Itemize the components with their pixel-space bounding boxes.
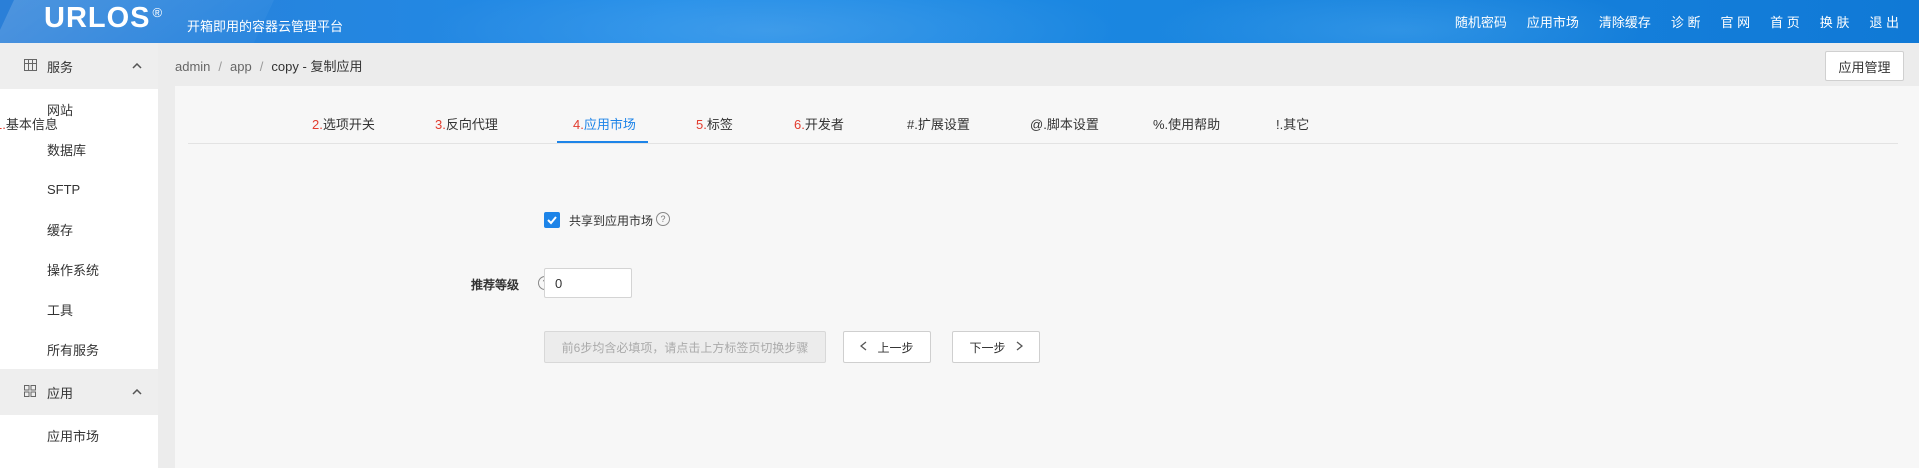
sidebar-group-apps[interactable]: 应用 <box>0 369 158 415</box>
sidebar-item-cache[interactable]: 缓存 <box>0 209 158 249</box>
next-step-button[interactable]: 下一步 <box>952 331 1040 363</box>
level-input[interactable] <box>544 268 632 298</box>
prev-step-label: 上一步 <box>877 340 914 355</box>
tab-tags[interactable]: 5.标签 <box>696 114 733 133</box>
sidebar-item-sftp[interactable]: SFTP <box>0 169 158 209</box>
breadcrumb-item[interactable]: admin <box>175 59 210 74</box>
next-step-label: 下一步 <box>969 340 1006 355</box>
sidebar-item-all-services[interactable]: 所有服务 <box>0 329 158 369</box>
help-icon[interactable]: ? <box>656 212 670 226</box>
tab-other[interactable]: !.其它 <box>1276 114 1309 133</box>
tab-extension-settings[interactable]: #.扩展设置 <box>907 114 970 133</box>
tab-options[interactable]: 2.选项开关 <box>312 114 375 133</box>
logo[interactable]: URLOS ® <box>44 2 163 35</box>
nav-home[interactable]: 首 页 <box>1770 12 1800 31</box>
logo-subtitle: 开箱即用的容器云管理平台 <box>187 19 344 34</box>
top-nav: 随机密码 应用市场 清除缓存 诊 断 官 网 首 页 换 肤 退 出 <box>1435 12 1899 31</box>
prev-step-button[interactable]: 上一步 <box>843 331 931 363</box>
breadcrumb-item[interactable]: app <box>230 59 252 74</box>
sidebar-group-services[interactable]: 服务 <box>0 43 158 89</box>
nav-logout[interactable]: 退 出 <box>1869 12 1899 31</box>
chevron-up-icon <box>132 61 142 72</box>
tab-script-settings[interactable]: @.脚本设置 <box>1030 114 1099 133</box>
server-icon <box>24 58 37 74</box>
tab-basic-info[interactable]: 1.基本信息 <box>0 114 58 133</box>
active-tab-indicator <box>557 141 648 143</box>
sidebar-item-app-market[interactable]: 应用市场 <box>0 415 158 455</box>
sidebar-group-label: 应用 <box>47 385 74 401</box>
form-panel: 1.基本信息 2.选项开关 3.反向代理 4.应用市场 5.标签 6.开发者 #… <box>0 86 1919 468</box>
app-manage-button[interactable]: 应用管理 <box>1825 51 1904 81</box>
tab-usage-help[interactable]: %.使用帮助 <box>1153 114 1220 133</box>
sidebar-group-label: 服务 <box>47 59 74 75</box>
nav-clear-cache[interactable]: 清除缓存 <box>1599 12 1651 31</box>
breadcrumb: admin / app / copy - 复制应用 <box>175 59 363 74</box>
tab-developer[interactable]: 6.开发者 <box>794 114 844 133</box>
required-hint-button: 前6步均含必填项，请点击上方标签页切换步骤 <box>544 331 826 363</box>
top-header: URLOS ® 开箱即用的容器云管理平台 随机密码 应用市场 清除缓存 诊 断 官… <box>0 0 1919 43</box>
tab-reverse-proxy[interactable]: 3.反向代理 <box>435 114 498 133</box>
tab-app-market[interactable]: 4.应用市场 <box>573 114 636 133</box>
share-label: 共享到应用市场 <box>569 214 654 228</box>
sidebar: 服务 网站 数据库 SFTP 缓存 操作系统 工具 所有服务 应用 应用市场 <box>0 43 158 468</box>
nav-skin[interactable]: 换 肤 <box>1820 12 1850 31</box>
header-decoration <box>420 0 1120 43</box>
nav-app-market[interactable]: 应用市场 <box>1527 12 1579 31</box>
step-tabs: 1.基本信息 2.选项开关 3.反向代理 4.应用市场 5.标签 6.开发者 #… <box>0 86 1898 144</box>
chevron-up-icon <box>132 387 142 398</box>
level-label: 推荐等级 <box>471 278 520 292</box>
sidebar-item-os[interactable]: 操作系统 <box>0 249 158 289</box>
grid-icon <box>24 384 36 400</box>
nav-diagnose[interactable]: 诊 断 <box>1671 12 1701 31</box>
nav-official-site[interactable]: 官 网 <box>1721 12 1751 31</box>
main-content: admin/app/copy - 复制应用 应用管理 1.基本信息 2.选项开关… <box>0 43 1919 468</box>
chevron-right-icon <box>1016 340 1023 354</box>
chevron-left-icon <box>860 340 867 354</box>
nav-random-password[interactable]: 随机密码 <box>1455 12 1507 31</box>
share-checkbox[interactable] <box>544 212 560 228</box>
sidebar-item-tools[interactable]: 工具 <box>0 289 158 329</box>
breadcrumb-current: copy - 复制应用 <box>271 59 363 74</box>
sidebar-item-database[interactable]: 数据库 <box>0 129 158 169</box>
